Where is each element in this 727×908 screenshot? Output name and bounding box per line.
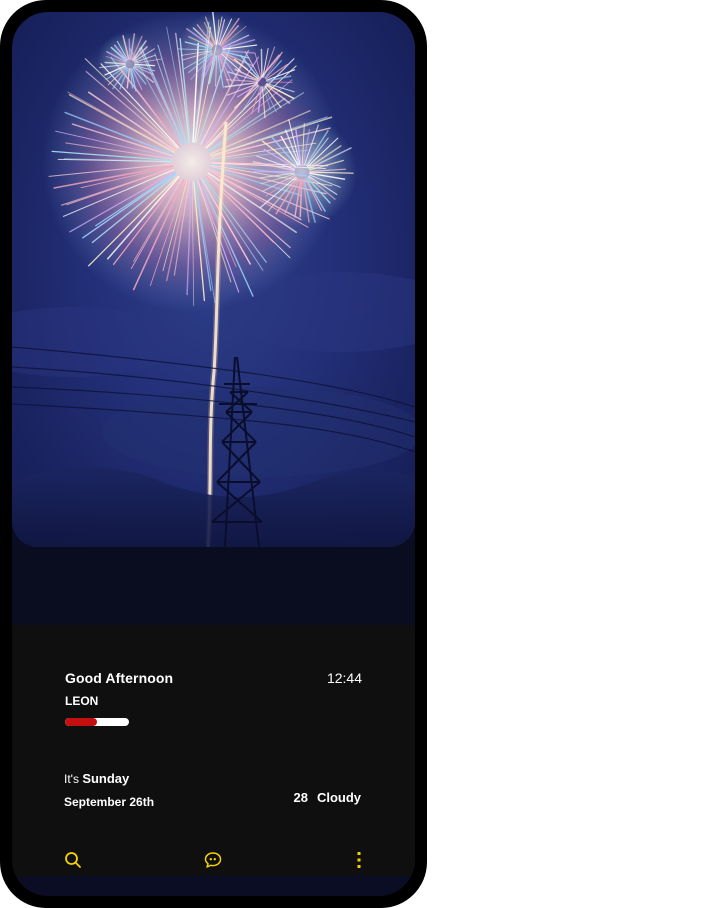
bottom-strip bbox=[12, 876, 415, 896]
clock-time: 12:44 bbox=[326, 670, 362, 686]
day-prefix: It's bbox=[64, 772, 79, 786]
wallpaper-fireworks-image bbox=[12, 12, 415, 547]
day-name: Sunday bbox=[82, 771, 130, 786]
day-line: It's Sunday bbox=[64, 771, 129, 786]
wallpaper-bottom-band bbox=[12, 547, 415, 625]
weather-condition: Cloudy bbox=[316, 790, 361, 805]
search-icon[interactable] bbox=[63, 850, 83, 870]
user-name: LEON bbox=[65, 694, 99, 708]
progress-bar-fill bbox=[65, 718, 97, 726]
chat-quote-icon[interactable] bbox=[203, 850, 223, 870]
weather-temperature: 28 bbox=[293, 790, 308, 805]
date-text: September 26th bbox=[64, 795, 155, 809]
info-panel: Good Afternoon 12:44 LEON It's Sunday Se… bbox=[12, 625, 415, 876]
greeting-text: Good Afternoon bbox=[65, 670, 174, 686]
phone-frame: Good Afternoon 12:44 LEON It's Sunday Se… bbox=[0, 0, 427, 908]
lock-screen: Good Afternoon 12:44 LEON It's Sunday Se… bbox=[12, 12, 415, 896]
more-vertical-icon[interactable] bbox=[349, 850, 369, 870]
progress-bar bbox=[65, 718, 129, 726]
weather-summary: 28 Cloudy bbox=[293, 790, 361, 805]
